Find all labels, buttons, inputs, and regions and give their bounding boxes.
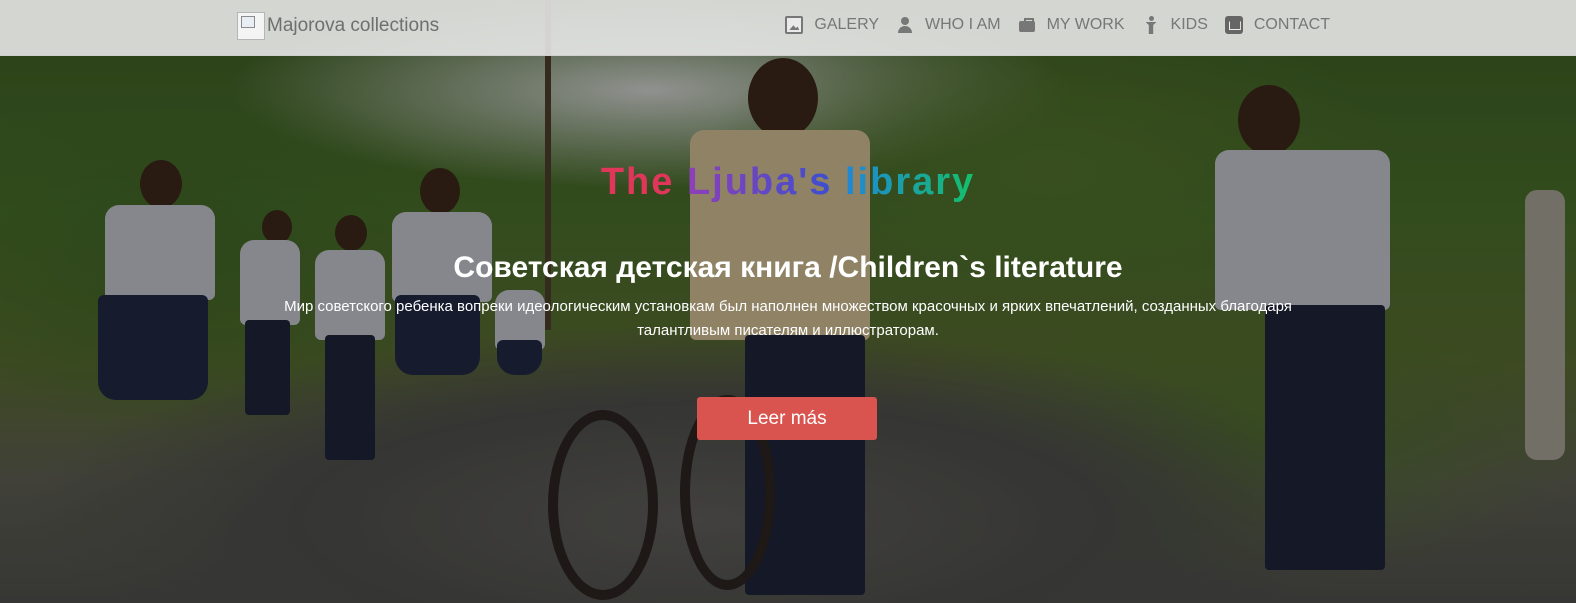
nav-item-galery[interactable]: GALERY bbox=[785, 16, 879, 34]
broken-logo-image-icon bbox=[237, 12, 265, 40]
nav-item-label: WHO I AM bbox=[925, 16, 1001, 33]
brand-name: Majorova collections bbox=[267, 15, 440, 36]
picture-icon bbox=[785, 16, 804, 34]
nav-item-label: KIDS bbox=[1170, 16, 1208, 33]
briefcase-icon bbox=[1018, 16, 1036, 34]
title-word: The bbox=[600, 161, 675, 203]
user-icon bbox=[896, 16, 914, 34]
title-word: library bbox=[845, 161, 976, 203]
hero-lead-text: Мир советского ребенка вопреки идеологич… bbox=[284, 298, 1292, 339]
top-navbar: Majorova collections GALERY WHO I AM MY … bbox=[0, 0, 1576, 56]
hero-heading: Советская детская книга /Children`s lite… bbox=[453, 251, 1123, 284]
library-title: The Ljuba's library bbox=[0, 160, 1576, 204]
nav-item-label: GALERY bbox=[814, 16, 880, 33]
nav-item-my-work[interactable]: MY WORK bbox=[1018, 16, 1125, 34]
envelope-icon bbox=[1224, 16, 1243, 34]
nav-item-contact[interactable]: CONTACT bbox=[1224, 16, 1330, 34]
nav-item-label: CONTACT bbox=[1253, 16, 1330, 33]
child-icon bbox=[1142, 16, 1160, 34]
title-word: Ljuba's bbox=[686, 161, 833, 203]
read-more-button[interactable]: Leer más bbox=[697, 397, 877, 440]
nav-item-kids[interactable]: KIDS bbox=[1142, 16, 1208, 34]
nav-item-label: MY WORK bbox=[1046, 16, 1125, 33]
nav-item-who-i-am[interactable]: WHO I AM bbox=[896, 16, 1001, 34]
brand-link[interactable]: Majorova collections bbox=[237, 12, 439, 40]
main-nav: GALERY WHO I AM MY WORK KIDS CONTACT bbox=[768, 16, 1330, 34]
